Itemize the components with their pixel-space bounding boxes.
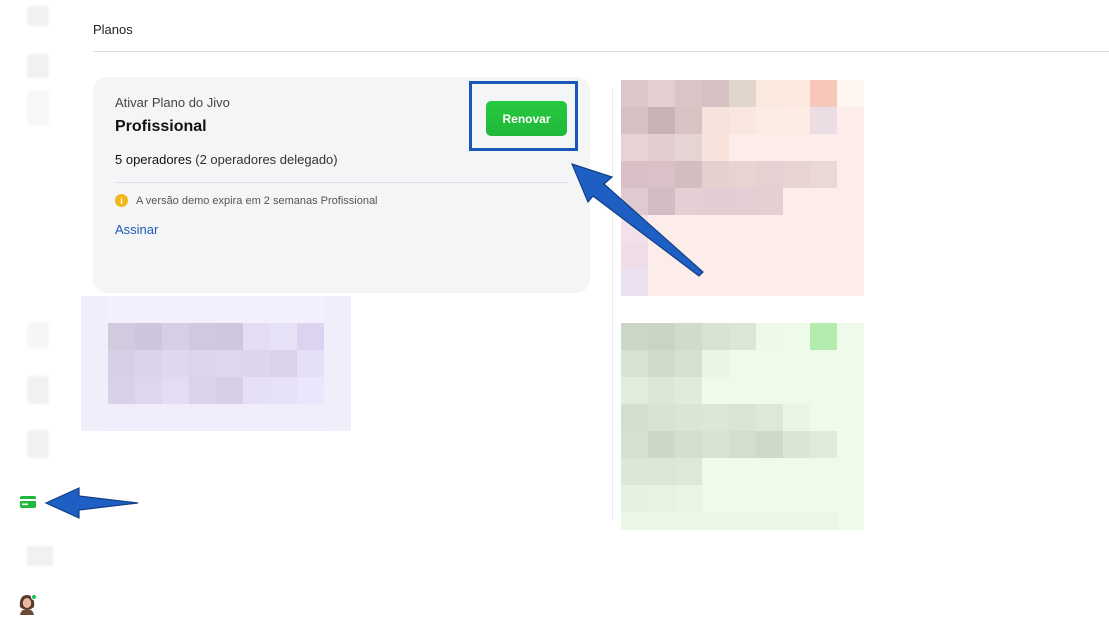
annotation-arrows [44, 163, 704, 519]
arrow-to-card-icon [44, 487, 139, 519]
arrow-to-renew-button [570, 163, 704, 277]
